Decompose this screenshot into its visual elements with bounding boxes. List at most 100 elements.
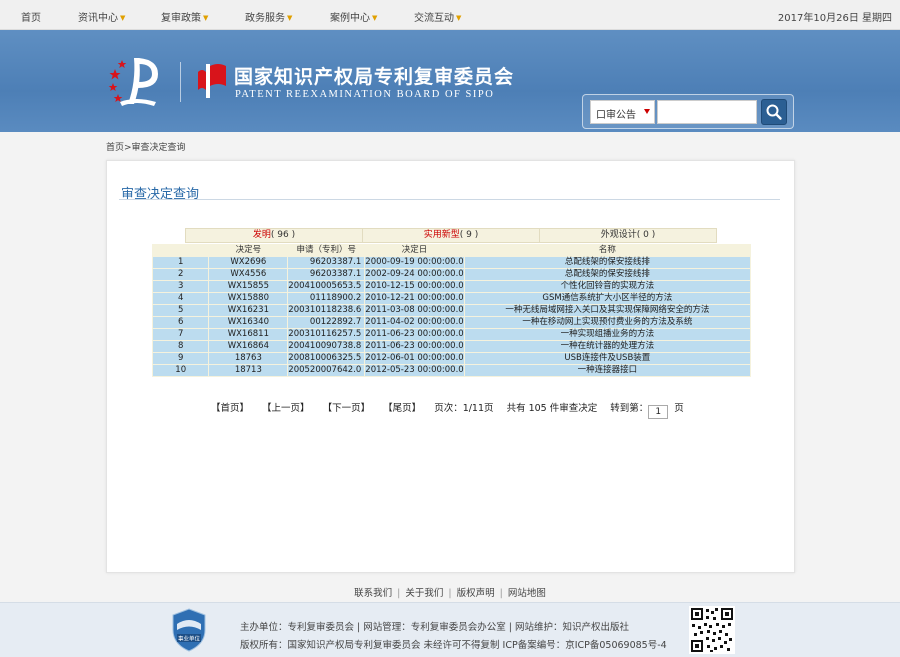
tab-invention[interactable]: 发明( 96 ) xyxy=(186,229,363,242)
search-button[interactable] xyxy=(761,99,787,125)
table-row[interactable]: 5 WX16231 200310118238.6 2011-03-08 00:00:0… xyxy=(153,305,750,316)
badge-text: 事业单位 xyxy=(178,635,201,643)
caret-down-icon: ▼ xyxy=(120,14,126,22)
patent-title[interactable]: 一种在统计器的处理方法 xyxy=(464,341,750,352)
nav-item-policy[interactable]: 复审政策 ▼ xyxy=(161,9,208,24)
nav-item-home[interactable]: 首页 xyxy=(21,9,41,24)
patent-title[interactable]: 总配线架的保安接线排 xyxy=(464,269,750,280)
tab-label: 实用新型 xyxy=(423,230,460,240)
institution-badge-icon[interactable]: 事业单位 xyxy=(171,608,207,652)
nav-item-label: 交流互动 xyxy=(414,13,454,24)
footer: 事业单位 主办单位：专利复审委员会 | 网站管理：专利复审委员会办公室 | 网站… xyxy=(0,602,900,657)
decision-number: 18713 xyxy=(209,365,288,376)
footer-link-contact[interactable]: 联系我们 xyxy=(354,588,392,599)
patent-title[interactable]: 个性化回铃音的实现方法 xyxy=(464,281,750,292)
application-number: 200520007642.0 xyxy=(288,365,365,376)
footer-organizer: 主办单位：专利复审委员会 | 网站管理：专利复审委员会办公室 | 网站维护：知识… xyxy=(240,622,629,633)
patent-title[interactable]: GSM通信系统扩大小区半径的方法 xyxy=(464,293,750,304)
nav-item-news[interactable]: 资讯中心 ▼ xyxy=(78,9,125,24)
col-header-application-no: 申请（专利）号 xyxy=(288,245,365,256)
nav-item-services[interactable]: 政务服务 ▼ xyxy=(245,9,292,24)
decision-date: 2011-06-23 00:00:00.0 xyxy=(365,329,464,340)
tab-count: ( 96 ) xyxy=(270,230,296,240)
qr-code-icon xyxy=(689,606,735,654)
row-index: 4 xyxy=(153,293,209,304)
nav-item-label: 资讯中心 xyxy=(78,13,118,24)
table-row[interactable]: 10 18713 200520007642.0 2012-05-23 00:00:00… xyxy=(153,365,750,376)
first-page-link[interactable]: 【首页】 xyxy=(211,403,249,414)
search-category-label: 口审公告 xyxy=(596,110,636,121)
nav-item-label: 首页 xyxy=(21,13,41,24)
decision-number: WX15880 xyxy=(209,293,288,304)
footer-link-sitemap[interactable]: 网站地图 xyxy=(508,588,546,599)
col-header-index xyxy=(153,245,209,256)
row-index: 9 xyxy=(153,353,209,364)
footer-link-copyright[interactable]: 版权声明 xyxy=(457,588,495,599)
next-page-link[interactable]: 【下一页】 xyxy=(323,403,371,414)
goto-suffix: 页 xyxy=(674,403,684,414)
col-header-decision-no: 决定号 xyxy=(209,245,288,256)
table-row[interactable]: 4 WX15880 01118900.2 2010-12-21 00:00:00.0 G… xyxy=(153,293,750,304)
col-header-title: 名称 xyxy=(464,245,750,256)
patent-title[interactable]: USB连接件及USB装置 xyxy=(464,353,750,364)
site-title-chinese: 国家知识产权局专利复审委员会 xyxy=(234,66,515,88)
category-tabs: 发明( 96 ) 实用新型( 9 ) 外观设计( 0 ) xyxy=(185,228,717,243)
decision-date: 2010-12-21 00:00:00.0 xyxy=(365,293,464,304)
decision-number: WX16231 xyxy=(209,305,288,316)
decision-date: 2010-12-15 00:00:00.0 xyxy=(365,281,464,292)
table-row[interactable]: 6 WX16340 00122892.7 2011-04-02 00:00:00.0 一… xyxy=(153,317,750,328)
application-number: 200310116257.5 xyxy=(288,329,365,340)
header-banner: 国家知识产权局专利复审委员会 PATENT REEXAMINATION BOAR… xyxy=(0,30,900,132)
decision-date: 2000-09-19 00:00:00.0 xyxy=(365,257,464,268)
decision-number: WX16864 xyxy=(209,341,288,352)
search-input[interactable] xyxy=(657,100,757,124)
table-row[interactable]: 9 18763 200810006325.5 2012-06-01 00:00:00.… xyxy=(153,353,750,364)
goto-page-input[interactable]: 1 xyxy=(648,405,669,419)
row-index: 1 xyxy=(153,257,209,268)
table-row[interactable]: 2 WX4556 96203387.1 2002-09-24 00:00:00.0 总配… xyxy=(153,269,750,280)
patent-title[interactable]: 一种连接器接口 xyxy=(464,365,750,376)
site-title-english: PATENT REEXAMINATION BOARD OF SIPO xyxy=(235,89,495,100)
table-row[interactable]: 7 WX16811 200310116257.5 2011-06-23 00:00:0… xyxy=(153,329,750,340)
decision-date: 2002-09-24 00:00:00.0 xyxy=(365,269,464,280)
row-index: 10 xyxy=(153,365,209,376)
caret-down-icon: ▼ xyxy=(456,14,462,22)
last-page-link[interactable]: 【尾页】 xyxy=(383,403,421,414)
prev-page-link[interactable]: 【上一页】 xyxy=(262,403,310,414)
decision-date: 2011-03-08 00:00:00.0 xyxy=(365,305,464,316)
tab-utility-model[interactable]: 实用新型( 9 ) xyxy=(363,229,540,242)
total-count: 共有 105 件审查决定 xyxy=(506,403,598,414)
search-bar: 口审公告 xyxy=(582,94,794,129)
application-number: 200310118238.6 xyxy=(288,305,365,316)
results-table: 决定号 申请（专利）号 决定日 名称 1 WX2696 96203387.1 2000… xyxy=(152,244,751,377)
nav-item-interaction[interactable]: 交流互动 ▼ xyxy=(414,9,461,24)
tab-design[interactable]: 外观设计( 0 ) xyxy=(540,229,716,242)
nav-item-cases[interactable]: 案例中心 ▼ xyxy=(330,9,377,24)
goto-label: 转到第： xyxy=(610,403,649,414)
footer-link-about[interactable]: 关于我们 xyxy=(405,588,443,599)
tab-count: ( 9 ) xyxy=(459,230,479,240)
application-number: 96203387.1 xyxy=(288,269,365,280)
decision-date: 2012-05-23 00:00:00.0 xyxy=(365,365,464,376)
dropdown-arrow-icon xyxy=(644,109,650,114)
table-row[interactable]: 8 WX16864 200410090738.8 2011-06-23 00:00:0… xyxy=(153,341,750,352)
patent-title[interactable]: 总配线架的保安接线排 xyxy=(464,257,750,268)
footer-links: 联系我们 | 关于我们 | 版权声明 | 网站地图 xyxy=(0,585,900,599)
breadcrumb[interactable]: 首页>审查决定查询 xyxy=(106,140,186,153)
row-index: 8 xyxy=(153,341,209,352)
patent-title[interactable]: 一种实现组播业务的方法 xyxy=(464,329,750,340)
patent-title[interactable]: 一种在移动网上实现预付费业务的方法及系统 xyxy=(464,317,750,328)
decision-date: 2012-06-01 00:00:00.0 xyxy=(365,353,464,364)
search-category-select[interactable]: 口审公告 xyxy=(590,100,655,124)
table-row[interactable]: 1 WX2696 96203387.1 2000-09-19 00:00:00.0 总配… xyxy=(153,257,750,268)
emblem-logo-icon[interactable] xyxy=(106,52,168,114)
search-icon xyxy=(766,104,782,120)
link-separator: | xyxy=(448,588,452,599)
application-number: 200410090738.8 xyxy=(288,341,365,352)
application-number: 00122892.7 xyxy=(288,317,365,328)
decision-date: 2011-06-23 00:00:00.0 xyxy=(365,341,464,352)
table-row[interactable]: 3 WX15855 200410005653.5 2010-12-15 00:00:0… xyxy=(153,281,750,292)
patent-title[interactable]: 一种无线局域网接入关口及其实现保障网络安全的方法 xyxy=(464,305,750,316)
link-separator: | xyxy=(499,588,503,599)
row-index: 2 xyxy=(153,269,209,280)
